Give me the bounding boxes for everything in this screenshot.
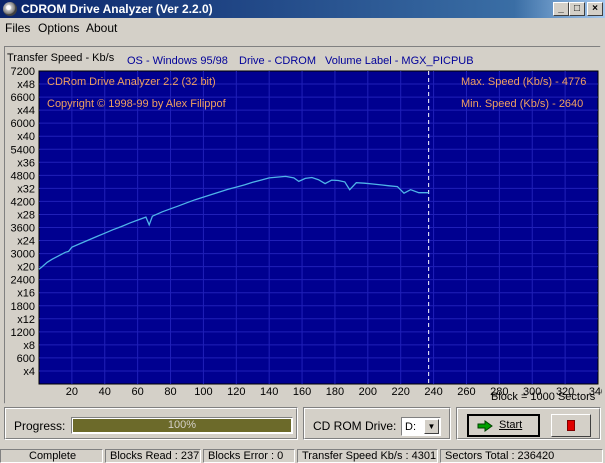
menu-files[interactable]: Files [5, 21, 30, 35]
min-speed-label: Min. Speed (Kb/s) - 2640 [461, 98, 583, 110]
x-tick-label: 180 [326, 386, 344, 398]
y-tick-label: 3000 [11, 249, 35, 261]
drive-select-value: D: [405, 421, 416, 433]
status-blocks-read: Blocks Read : 237 [105, 449, 201, 463]
y-tick-label: x12 [17, 314, 35, 326]
max-speed-label: Max. Speed (Kb/s) - 4776 [461, 76, 586, 88]
minimize-button[interactable]: _ [553, 2, 569, 16]
x-tick-label: 120 [227, 386, 245, 398]
y-tick-label: x24 [17, 236, 35, 248]
y-tick-label: 6600 [11, 92, 35, 104]
menu-about[interactable]: About [86, 21, 117, 35]
y-tick-label: x8 [23, 340, 35, 352]
x-tick-label: 200 [359, 386, 377, 398]
app-info-line1: CDRom Drive Analyzer 2.2 (32 bit) [47, 76, 216, 88]
y-tick-label: 4800 [11, 170, 35, 182]
maximize-button[interactable]: □ [569, 2, 585, 16]
menu-options[interactable]: Options [38, 21, 79, 35]
cdrom-icon [3, 2, 17, 16]
x-tick-label: 20 [66, 386, 78, 398]
x-tick-label: 100 [194, 386, 212, 398]
x-axis-note: Block = 1000 Sectors [491, 391, 596, 403]
y-tick-label: x36 [17, 157, 35, 169]
y-tick-label: 4200 [11, 196, 35, 208]
y-axis-title: Transfer Speed - Kb/s [7, 52, 115, 64]
status-state: Complete [0, 449, 103, 463]
volume-label: Volume Label - MGX_PICPUB [325, 55, 474, 67]
status-bar: Complete Blocks Read : 237 Blocks Error … [0, 449, 605, 463]
progress-percent: 100% [167, 419, 197, 431]
stop-button[interactable] [551, 414, 591, 437]
y-tick-label: 3600 [11, 223, 35, 235]
x-tick-label: 80 [164, 386, 176, 398]
transfer-speed-chart: 7200x486600x446000x405400x364800x324200x… [7, 52, 602, 403]
arrow-right-icon [477, 420, 493, 432]
y-tick-label: x40 [17, 131, 35, 143]
window-title: CDROM Drive Analyzer (Ver 2.2.0) [21, 2, 213, 16]
status-transfer-speed: Transfer Speed Kb/s : 4301 [297, 449, 438, 463]
progress-bar: 100% [71, 417, 293, 434]
title-bar: CDROM Drive Analyzer (Ver 2.2.0) _ □ × [0, 0, 605, 18]
y-tick-label: 1200 [11, 327, 35, 339]
close-button[interactable]: × [587, 2, 603, 16]
start-button[interactable]: Start [467, 414, 540, 437]
x-tick-label: 260 [457, 386, 475, 398]
y-tick-label: 600 [17, 353, 35, 365]
y-tick-label: 1800 [11, 301, 35, 313]
y-tick-label: x4 [23, 366, 35, 378]
menu-bar: Files Options About [0, 18, 605, 38]
status-blocks-error: Blocks Error : 0 [203, 449, 295, 463]
drive-select[interactable]: D: ▼ [401, 417, 441, 436]
y-tick-label: x28 [17, 209, 35, 221]
app-info-line2: Copyright © 1998-99 by Alex Filippof [47, 98, 227, 110]
y-tick-label: x20 [17, 262, 35, 274]
chart-panel: 7200 x48 6600 x44 6000 x40 5400 x36 4800 x32 4200 x… [4, 46, 602, 405]
x-tick-label: 60 [132, 386, 144, 398]
y-tick-label: 2400 [11, 275, 35, 287]
y-tick-label: 6000 [11, 118, 35, 130]
chevron-down-icon[interactable]: ▼ [424, 419, 439, 434]
os-label: OS - Windows 95/98 [127, 55, 228, 67]
x-tick-label: 140 [260, 386, 278, 398]
start-button-label: Start [499, 419, 523, 431]
x-tick-label: 240 [424, 386, 442, 398]
y-tick-label: x16 [17, 288, 35, 300]
x-tick-label: 160 [293, 386, 311, 398]
y-tick-label: x44 [17, 105, 35, 117]
y-tick-label: x32 [17, 183, 35, 195]
status-sectors-total: Sectors Total : 236420 [440, 449, 603, 463]
drive-type-label: Drive - CDROM [239, 55, 316, 67]
x-tick-label: 40 [99, 386, 111, 398]
y-tick-label: 5400 [11, 144, 35, 156]
progress-label: Progress: [14, 419, 66, 433]
y-tick-label: x48 [17, 79, 35, 91]
stop-icon [567, 420, 575, 431]
drive-label: CD ROM Drive: [313, 419, 397, 433]
y-tick-label: 7200 [11, 66, 35, 78]
x-tick-label: 220 [392, 386, 410, 398]
